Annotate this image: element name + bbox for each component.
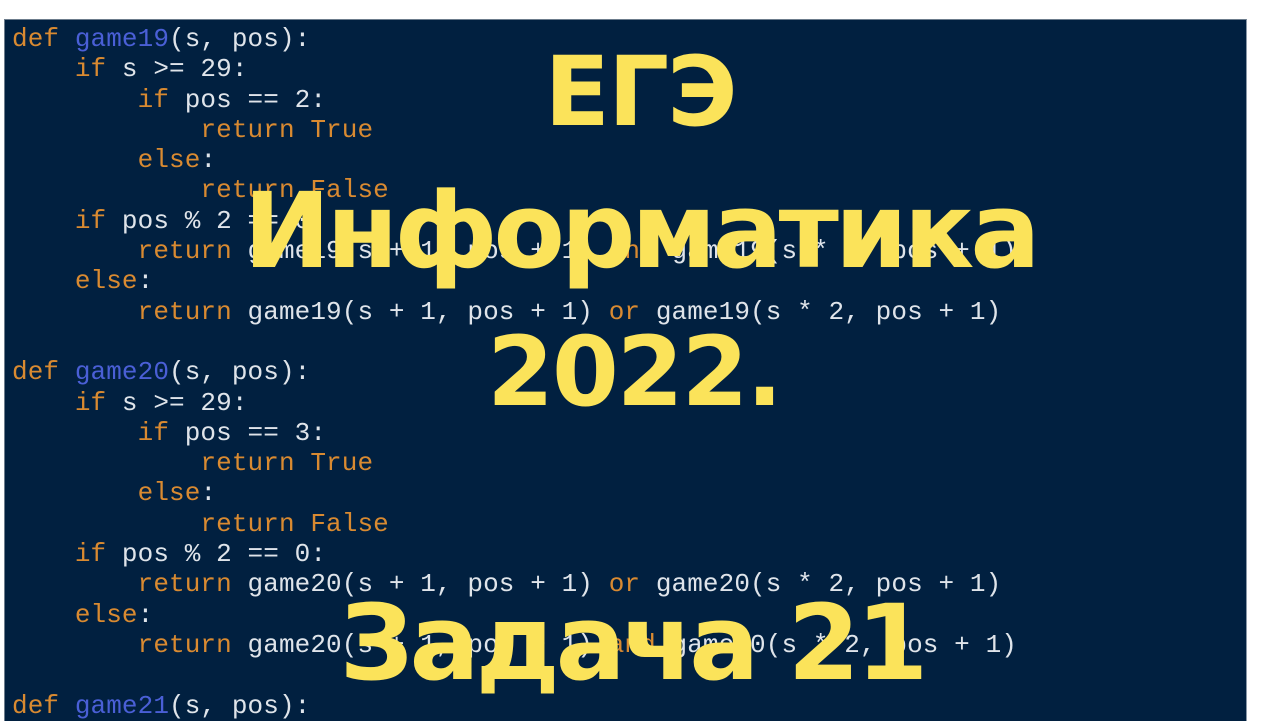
code-keyword: if (74, 539, 107, 570)
title-task-number: Задача 21 (339, 582, 929, 704)
code-line: return True (12, 448, 1017, 478)
title-ege: ЕГЭ (544, 36, 737, 148)
code-text: : (200, 478, 217, 509)
title-informatika: Информатика (243, 170, 1040, 292)
code-keyword: else (137, 478, 201, 509)
code-keyword: return False (200, 508, 389, 539)
title-year: 2022. (487, 316, 783, 428)
code-line: return False (12, 509, 1017, 539)
code-text: pos % 2 == 0: (106, 539, 327, 570)
code-line: if pos % 2 == 0: (12, 539, 1017, 569)
code-keyword: return True (200, 448, 374, 479)
code-line: else: (12, 478, 1017, 508)
